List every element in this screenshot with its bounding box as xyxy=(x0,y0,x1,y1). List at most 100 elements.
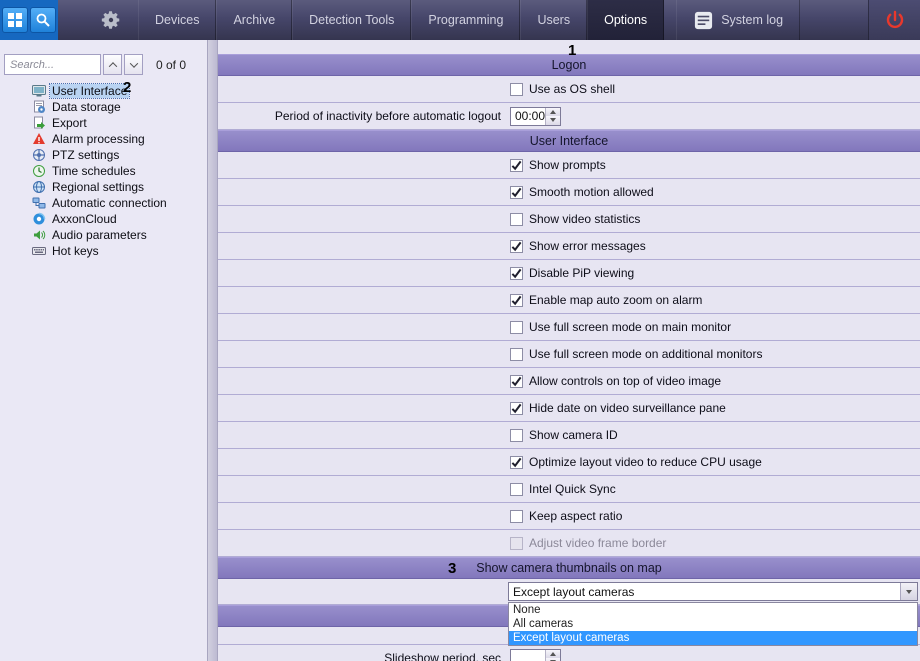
settings-row-disable-pip-viewing: Disable PiP viewing xyxy=(218,260,920,287)
sidebar-item-label: AxxonCloud xyxy=(50,212,119,226)
checkbox-disable-pip-viewing[interactable] xyxy=(510,267,523,280)
select-value: Except layout cameras xyxy=(509,585,900,599)
settings-row-show-prompts: Show prompts xyxy=(218,152,920,179)
search-button[interactable] xyxy=(30,7,56,33)
checkbox-intel-quick-sync[interactable] xyxy=(510,483,523,496)
checkbox-enable-map-auto-zoom-on-alarm[interactable] xyxy=(510,294,523,307)
camera-thumbnails-select[interactable]: Except layout cameras xyxy=(508,582,918,601)
clock-icon xyxy=(32,164,46,178)
settings-row-allow-controls-on-top-of-video-image: Allow controls on top of video image xyxy=(218,368,920,395)
tab-options[interactable]: Options xyxy=(587,0,664,40)
sidebar-item-axxoncloud[interactable]: AxxonCloud xyxy=(0,211,207,227)
checkbox-show-prompts[interactable] xyxy=(510,159,523,172)
spinner-buttons xyxy=(545,650,560,661)
checkbox-use-as-os-shell[interactable] xyxy=(510,83,523,96)
sidebar-item-label: Data storage xyxy=(50,100,123,114)
row-label: Period of inactivity before automatic lo… xyxy=(218,109,508,123)
checkbox-label: Optimize layout video to reduce CPU usag… xyxy=(529,455,762,469)
sidebar-item-label: Audio parameters xyxy=(50,228,149,242)
checkbox-show-error-messages[interactable] xyxy=(510,240,523,253)
dropdown-option-except-layout-cameras[interactable]: Except layout cameras xyxy=(509,631,917,645)
search-result-count: 0 of 0 xyxy=(156,58,186,72)
checkbox-rows-container: Show promptsSmooth motion allowedShow vi… xyxy=(218,152,920,557)
user-interface-icon xyxy=(32,84,46,98)
layouts-grid-button[interactable] xyxy=(2,7,28,33)
spinner-down-button[interactable] xyxy=(546,116,560,125)
settings-button[interactable] xyxy=(90,0,132,40)
sidebar-item-regional-settings[interactable]: Regional settings xyxy=(0,179,207,195)
checkbox-show-video-statistics[interactable] xyxy=(510,213,523,226)
main-menu-tabs: DevicesArchiveDetection ToolsProgramming… xyxy=(138,0,664,40)
checkbox-keep-aspect-ratio[interactable] xyxy=(510,510,523,523)
tab-detection-tools[interactable]: Detection Tools xyxy=(292,0,411,40)
settings-row-enable-map-auto-zoom-on-alarm: Enable map auto zoom on alarm xyxy=(218,287,920,314)
sidebar-item-data-storage[interactable]: Data storage xyxy=(0,99,207,115)
quick-launch-block xyxy=(0,0,58,40)
search-icon xyxy=(35,12,51,28)
dropdown-option-all-cameras[interactable]: All cameras xyxy=(509,617,917,631)
power-button[interactable] xyxy=(868,0,920,40)
section-header-thumbnails: Show camera thumbnails on map xyxy=(218,557,920,579)
tab-users[interactable]: Users xyxy=(520,0,587,40)
spinner-up-button[interactable] xyxy=(546,108,560,117)
data-storage-icon xyxy=(32,100,46,114)
dropdown-option-none[interactable]: None xyxy=(509,603,917,617)
tab-archive[interactable]: Archive xyxy=(216,0,292,40)
checkbox-use-full-screen-mode-on-additional-monitors[interactable] xyxy=(510,348,523,361)
settings-row-inactivity-logout: Period of inactivity before automatic lo… xyxy=(218,103,920,130)
keyboard-icon xyxy=(32,244,46,258)
checkbox-adjust-video-frame-border[interactable] xyxy=(510,537,523,550)
settings-row-keep-aspect-ratio: Keep aspect ratio xyxy=(218,503,920,530)
sidebar-item-ptz-settings[interactable]: PTZ settings xyxy=(0,147,207,163)
sidebar-item-label: Export xyxy=(50,116,89,130)
sidebar-item-label: Hot keys xyxy=(50,244,101,258)
audio-icon xyxy=(32,228,46,242)
sidebar-item-label: Regional settings xyxy=(50,180,146,194)
system-log-button[interactable]: System log xyxy=(676,0,800,40)
checkbox-label: Use full screen mode on main monitor xyxy=(529,320,731,334)
annotation-1: 1 xyxy=(568,42,576,59)
gear-icon xyxy=(100,9,122,31)
checkbox-allow-controls-on-top-of-video-image[interactable] xyxy=(510,375,523,388)
checkbox-hide-date-on-video-surveillance-pane[interactable] xyxy=(510,402,523,415)
search-next-button[interactable] xyxy=(124,54,143,75)
settings-sidebar: 0 of 0 User InterfaceData storageExportA… xyxy=(0,40,207,661)
checkbox-smooth-motion-allowed[interactable] xyxy=(510,186,523,199)
search-prev-button[interactable] xyxy=(103,54,122,75)
tab-programming[interactable]: Programming xyxy=(411,0,520,40)
tab-devices[interactable]: Devices xyxy=(138,0,216,40)
sidebar-item-label: PTZ settings xyxy=(50,148,121,162)
sidebar-item-export[interactable]: Export xyxy=(0,115,207,131)
select-dropdown-arrow[interactable] xyxy=(900,583,917,600)
inactivity-time-spinner[interactable]: 00:00 xyxy=(510,107,561,126)
export-icon xyxy=(32,116,46,130)
topbar: DevicesArchiveDetection ToolsProgramming… xyxy=(0,0,920,40)
checkbox-label: Show prompts xyxy=(529,158,606,172)
vertical-scrollbar[interactable] xyxy=(207,40,218,661)
sidebar-item-automatic-connection[interactable]: Automatic connection xyxy=(0,195,207,211)
annotation-3: 3 xyxy=(448,560,456,577)
app-window: DevicesArchiveDetection ToolsProgramming… xyxy=(0,0,920,661)
checkbox-optimize-layout-video-to-reduce-cpu-usage[interactable] xyxy=(510,456,523,469)
checkbox-show-camera-id[interactable] xyxy=(510,429,523,442)
sidebar-item-hot-keys[interactable]: Hot keys xyxy=(0,243,207,259)
spinner-up-button[interactable] xyxy=(546,650,560,659)
settings-row-hide-date-on-video-surveillance-pane: Hide date on video surveillance pane xyxy=(218,395,920,422)
grid-icon xyxy=(7,12,23,28)
checkbox-label: Show camera ID xyxy=(529,428,618,442)
checkbox-use-full-screen-mode-on-main-monitor[interactable] xyxy=(510,321,523,334)
sidebar-item-user-interface[interactable]: User Interface xyxy=(0,83,207,99)
system-log-icon xyxy=(693,10,714,31)
sidebar-search-input[interactable] xyxy=(4,54,101,75)
ptz-icon xyxy=(32,148,46,162)
chevron-down-icon xyxy=(129,59,137,67)
checkbox-label: Use as OS shell xyxy=(529,82,615,96)
checkbox-label: Hide date on video surveillance pane xyxy=(529,401,726,415)
slideshow-period-spinner[interactable] xyxy=(510,649,561,661)
settings-tree: User InterfaceData storage ExportAlarm pr… xyxy=(0,83,207,259)
checkbox-label: Smooth motion allowed xyxy=(529,185,654,199)
checkbox-label: Enable map auto zoom on alarm xyxy=(529,293,702,307)
sidebar-item-audio-parameters[interactable]: Audio parameters xyxy=(0,227,207,243)
sidebar-item-time-schedules[interactable]: Time schedules xyxy=(0,163,207,179)
sidebar-item-alarm-processing[interactable]: Alarm processing xyxy=(0,131,207,147)
